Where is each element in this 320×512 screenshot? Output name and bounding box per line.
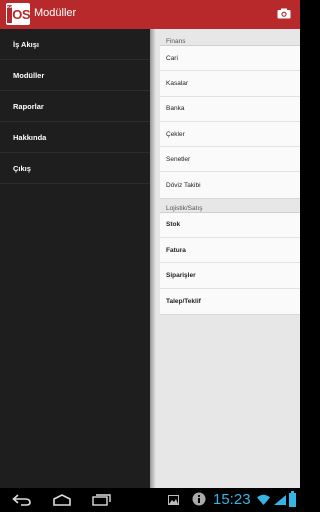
list-item-fatura[interactable]: Fatura — [160, 238, 300, 264]
list-item-talep-teklif[interactable]: Talep/Teklif — [160, 289, 300, 314]
drawer-item-raporlar[interactable]: Raporlar — [0, 91, 150, 122]
system-bar: 15:23 — [0, 488, 300, 512]
battery-icon — [289, 491, 296, 507]
clock: 15:23 — [213, 491, 251, 508]
list-item-cekler[interactable]: Çekler — [160, 122, 300, 148]
list-item-kasalar[interactable]: Kasalar — [160, 71, 300, 97]
drawer-item-hakkinda[interactable]: Hakkında — [0, 122, 150, 153]
module-list: Finans Cari Kasalar Banka Çekler Senetle… — [150, 29, 300, 488]
drawer-item-label: Modüller — [13, 70, 45, 80]
drawer-item-cikis[interactable]: Çıkış — [0, 153, 150, 184]
action-bar: KAYA OS Modüller — [0, 0, 300, 29]
list-item-cari[interactable]: Cari — [160, 46, 300, 72]
section-header-lojistik: Lojistik/Satış — [160, 199, 300, 213]
navigation-drawer: İş Akışı Modüller Raporlar Hakkında Çıkı… — [0, 29, 150, 488]
home-icon[interactable] — [53, 494, 71, 506]
camera-icon[interactable] — [277, 8, 291, 19]
section-header-finans: Finans — [160, 31, 300, 46]
wifi-icon — [257, 494, 270, 505]
drawer-item-moduller[interactable]: Modüller — [0, 60, 150, 91]
drawer-item-label: İş Akışı — [13, 39, 39, 49]
logo-text: OS — [12, 6, 30, 22]
lojistik-card: Stok Fatura Siparişler Talep/Teklif — [160, 212, 300, 315]
gallery-icon — [168, 495, 179, 505]
recents-icon[interactable] — [92, 494, 112, 506]
drawer-item-is-akisi[interactable]: İş Akışı — [0, 29, 150, 60]
info-icon — [192, 492, 206, 506]
list-item-senetler[interactable]: Senetler — [160, 147, 300, 173]
page-title: Modüller — [34, 7, 77, 19]
list-item-doviz-takibi[interactable]: Döviz Takibi — [160, 172, 300, 197]
drawer-shadow — [150, 29, 156, 488]
list-item-banka[interactable]: Banka — [160, 97, 300, 122]
back-icon[interactable] — [12, 494, 32, 506]
app-logo[interactable]: KAYA OS — [6, 3, 30, 25]
signal-icon — [274, 495, 286, 505]
drawer-item-label: Çıkış — [13, 163, 31, 173]
drawer-item-label: Hakkında — [13, 132, 47, 142]
list-item-siparisler[interactable]: Siparişler — [160, 263, 300, 289]
finans-card: Cari Kasalar Banka Çekler Senetler Döviz… — [160, 46, 300, 199]
drawer-item-label: Raporlar — [13, 101, 44, 111]
list-item-stok[interactable]: Stok — [160, 213, 300, 239]
